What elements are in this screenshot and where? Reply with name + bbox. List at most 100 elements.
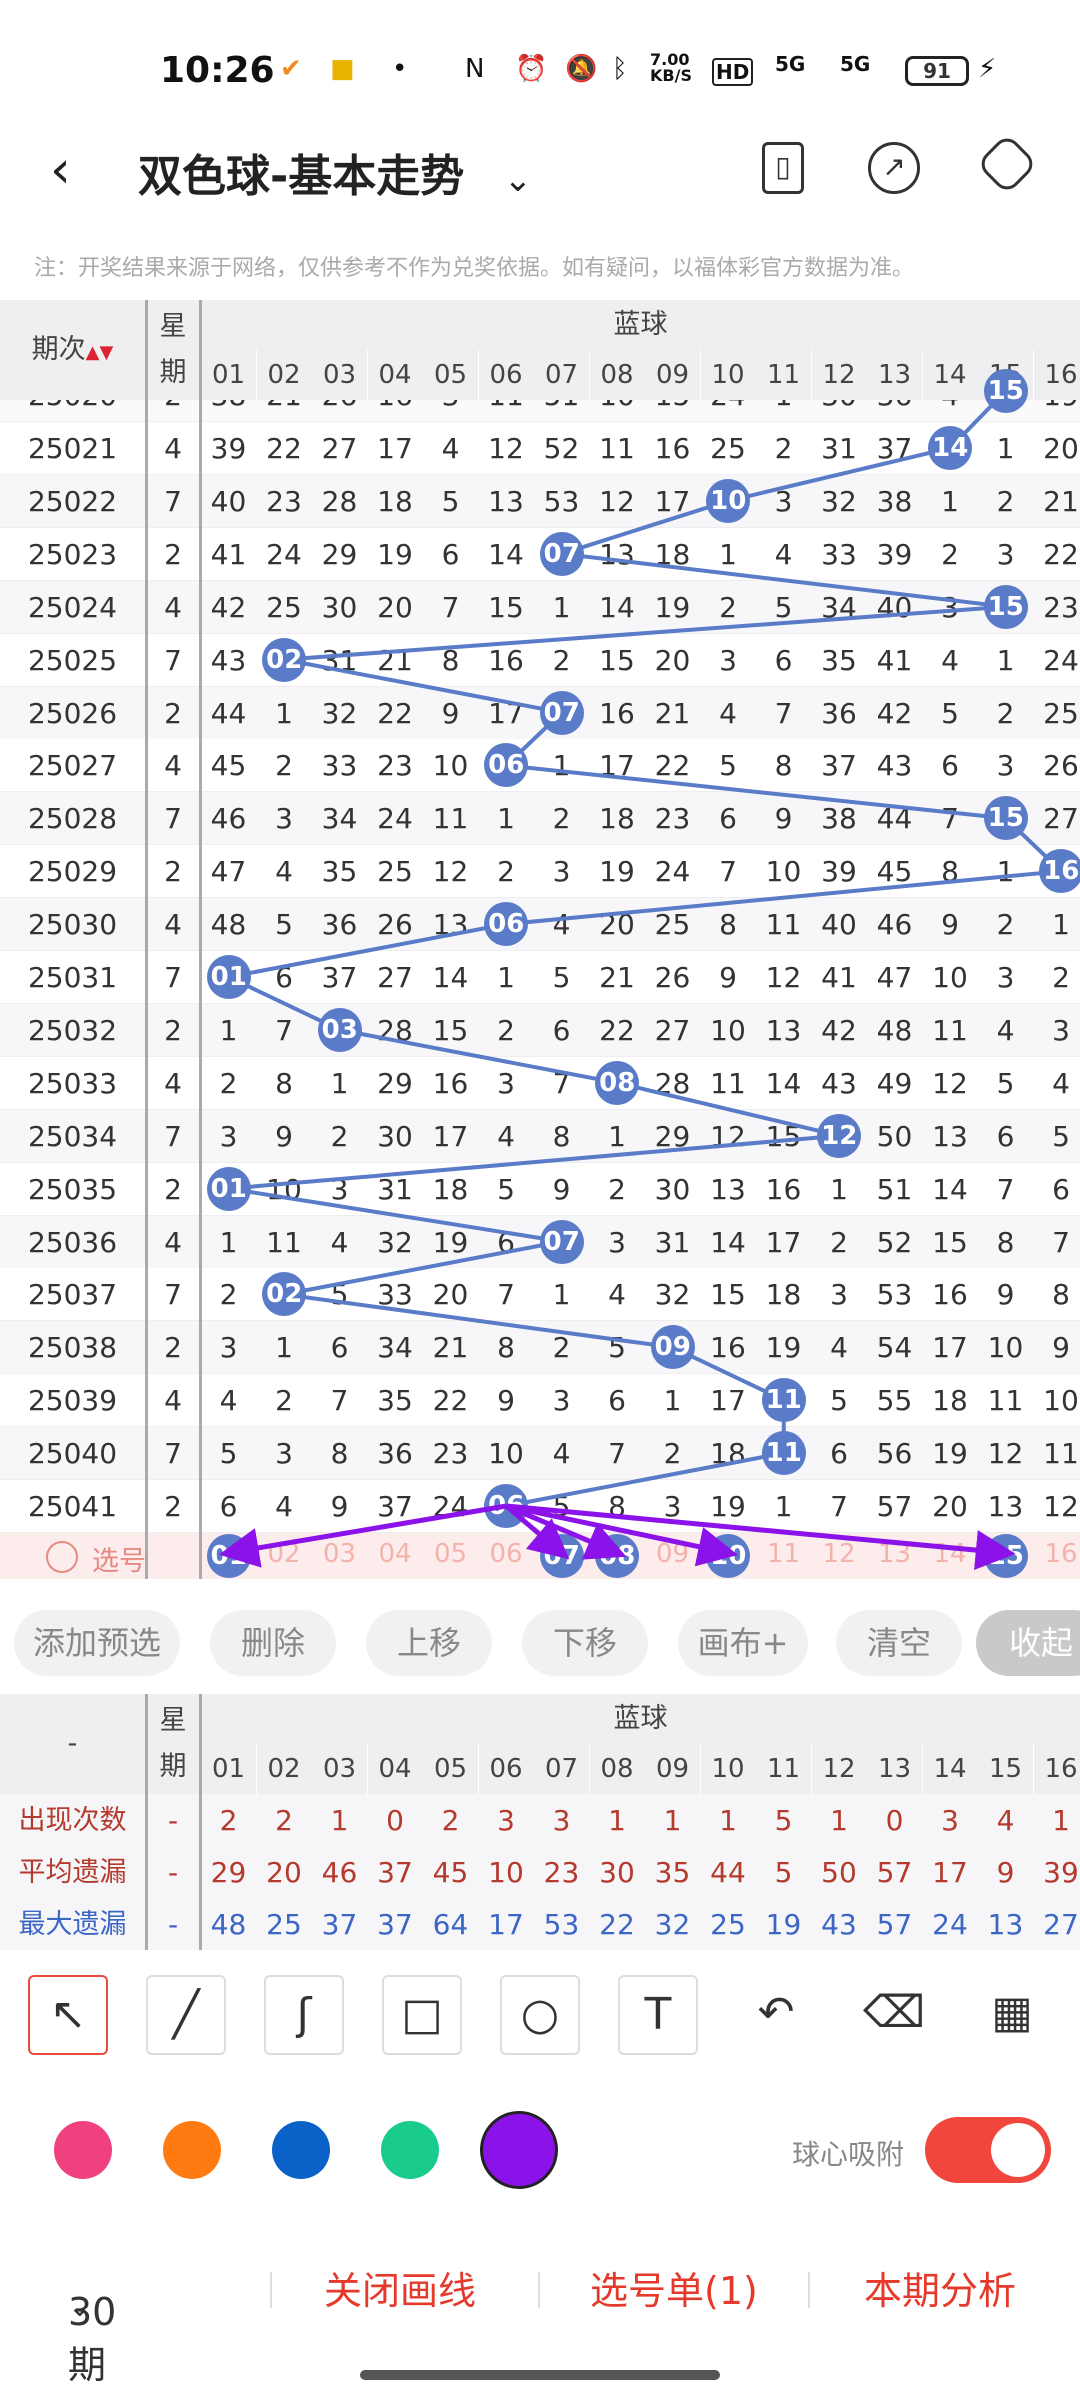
clear-brush-icon[interactable]: ▦ bbox=[972, 1975, 1052, 2055]
color-orange[interactable] bbox=[163, 2121, 221, 2179]
stats-number-header: 07 bbox=[534, 1744, 589, 1794]
alarm-icon: ⏰ bbox=[515, 54, 548, 84]
bottom-bar: 30期 ⌄ 关闭画线 选号单(1) 本期分析 bbox=[0, 2230, 1080, 2387]
drawn-arrows bbox=[218, 1503, 1016, 1571]
stats-value: 37 bbox=[377, 1856, 413, 1889]
disclaimer-text: 注：开奖结果来源于网络，仅供参考不作为兑奖依据。如有疑问，以福体彩官方数据为准。 bbox=[34, 256, 915, 281]
charging-icon: ⚡ bbox=[978, 54, 997, 84]
stats-number-header: 05 bbox=[423, 1744, 478, 1794]
stats-blue-header: 蓝球 bbox=[201, 1694, 1080, 1744]
stats-value: 1 bbox=[608, 1804, 626, 1837]
stats-number-header: 09 bbox=[645, 1744, 700, 1794]
status-time: 10:26 bbox=[160, 50, 275, 91]
stats-value: 3 bbox=[497, 1804, 515, 1837]
current-analysis-button[interactable]: 本期分析 bbox=[864, 2260, 1016, 2315]
stats-value: 3 bbox=[941, 1804, 959, 1837]
stats-corner: - bbox=[0, 1694, 145, 1794]
bluetooth-icon: ᛒ bbox=[612, 54, 628, 84]
stats-number-header: 02 bbox=[256, 1744, 312, 1794]
stats-value: 2 bbox=[219, 1804, 238, 1837]
move-up-button[interactable]: 上移 bbox=[366, 1610, 492, 1676]
stats-number-header: 11 bbox=[756, 1744, 811, 1794]
stats-label: 出现次数 bbox=[18, 1805, 127, 1836]
stats-value: 29 bbox=[210, 1856, 247, 1889]
color-pink[interactable] bbox=[54, 2121, 112, 2179]
close-drawing-button[interactable]: 关闭画线 bbox=[324, 2260, 476, 2315]
phone-icon[interactable]: ▯ bbox=[762, 142, 804, 194]
undo-icon[interactable]: ↶ bbox=[736, 1975, 816, 2055]
trend-table: 期次▲▼ 星期 蓝球 01 02 03 04 05 06 07 08 09 10 11 12 13 14 1… bbox=[0, 300, 1080, 1590]
stats-value: 57 bbox=[876, 1856, 913, 1889]
clear-button[interactable]: 清空 bbox=[836, 1610, 962, 1676]
canvas-plus-button[interactable]: 画布+ bbox=[678, 1610, 808, 1676]
add-preselect-button[interactable]: 添加预选 bbox=[14, 1610, 180, 1676]
stats-value: 57 bbox=[876, 1908, 913, 1941]
settings-icon[interactable] bbox=[975, 132, 1039, 196]
stats-value: 17 bbox=[488, 1908, 524, 1941]
page-title[interactable]: 双色球-基本走势 ⌄ bbox=[138, 140, 532, 204]
status-bar: 10:26 ✔ ■ • N ⏰ 🔕 ᛒ 7.00 KB/S HD 5G 5G 91… bbox=[0, 40, 1080, 100]
selection-list-button[interactable]: 选号单(1) bbox=[590, 2260, 758, 2315]
rectangle-tool-icon[interactable]: □ bbox=[382, 1975, 462, 2055]
stats-value: 43 bbox=[821, 1908, 857, 1941]
stats-weekday: - bbox=[167, 1908, 179, 1941]
stats-value: 53 bbox=[543, 1908, 580, 1941]
stats-value: 35 bbox=[654, 1856, 691, 1889]
stats-number-header: 06 bbox=[478, 1744, 534, 1794]
stats-value: 64 bbox=[432, 1908, 469, 1941]
stats-number-header: 12 bbox=[811, 1744, 867, 1794]
delete-button[interactable]: 删除 bbox=[210, 1610, 336, 1676]
stats-value: 0 bbox=[386, 1804, 404, 1837]
stats-value: 24 bbox=[932, 1908, 968, 1941]
curve-tool-icon[interactable]: ʃ bbox=[264, 1975, 344, 2055]
drawn-arrow bbox=[506, 1503, 1016, 1571]
chevron-down-icon: ⌄ bbox=[68, 2290, 92, 2323]
circle-tool-icon[interactable]: ○ bbox=[500, 1975, 580, 2055]
stats-number-header: 10 bbox=[700, 1744, 756, 1794]
drawn-arrow bbox=[218, 1503, 507, 1568]
stats-value: 32 bbox=[654, 1908, 691, 1941]
divider bbox=[199, 1694, 202, 1950]
snap-label: 球心吸附 bbox=[792, 2138, 905, 2171]
color-blue[interactable] bbox=[272, 2121, 330, 2179]
stats-value: 25 bbox=[266, 1908, 302, 1941]
drawing-toolbar: ↖ ╱ ʃ □ ○ T ↶ ⌫ ▦ bbox=[0, 1975, 1080, 2085]
app-icon: ✔ bbox=[280, 54, 302, 84]
share-icon[interactable]: ↗ bbox=[868, 142, 920, 194]
color-palette: 球心吸附 bbox=[0, 2105, 1080, 2205]
home-indicator bbox=[360, 2370, 720, 2380]
stats-weekday-header: 星期 bbox=[147, 1694, 199, 1794]
move-down-button[interactable]: 下移 bbox=[522, 1610, 648, 1676]
eraser-icon[interactable]: ⌫ bbox=[854, 1975, 934, 2055]
stats-value: 2 bbox=[441, 1804, 460, 1837]
chevron-down-icon[interactable]: ⌄ bbox=[504, 160, 533, 200]
stats-number-header: 01 bbox=[201, 1744, 256, 1794]
snap-toggle[interactable] bbox=[925, 2117, 1051, 2183]
stats-value: 0 bbox=[885, 1804, 904, 1837]
app-header: ‹ 双色球-基本走势 ⌄ ▯ ↗ bbox=[0, 120, 1080, 220]
stats-value: 1 bbox=[330, 1804, 349, 1837]
mute-icon: 🔕 bbox=[565, 54, 598, 84]
stats-value: 20 bbox=[266, 1856, 302, 1889]
stats-row: 最大遗漏 -48 25 37 37 64 17 53 22 32 25 19 43 57 24 13 27 bbox=[0, 1898, 1080, 1950]
stats-value: 23 bbox=[543, 1856, 580, 1889]
collapse-button[interactable]: 收起 bbox=[976, 1610, 1080, 1676]
text-tool-icon[interactable]: T bbox=[618, 1975, 698, 2055]
stats-value: 50 bbox=[821, 1856, 857, 1889]
stats-number-header: 04 bbox=[367, 1744, 423, 1794]
notification-icon: ■ bbox=[330, 54, 355, 84]
stats-value: 46 bbox=[321, 1856, 358, 1889]
stats-number-header: 15 bbox=[978, 1744, 1033, 1794]
arrow-tool-icon[interactable]: ↖ bbox=[28, 1975, 108, 2055]
stats-value: 9 bbox=[996, 1856, 1015, 1889]
line-tool-icon[interactable]: ╱ bbox=[146, 1975, 226, 2055]
stats-value: 1 bbox=[719, 1804, 737, 1837]
stats-number-header: 03 bbox=[312, 1744, 367, 1794]
back-icon[interactable]: ‹ bbox=[50, 140, 71, 200]
color-green[interactable] bbox=[381, 2121, 439, 2179]
stats-number-header: 14 bbox=[922, 1744, 978, 1794]
stats-table: - 星期 蓝球 01 02 03 04 05 06 07 08 09 10 11 12 13 14 15 16… bbox=[0, 1694, 1080, 1954]
color-purple[interactable] bbox=[480, 2111, 558, 2189]
divider bbox=[145, 1694, 148, 1950]
stats-value: 48 bbox=[210, 1908, 247, 1941]
